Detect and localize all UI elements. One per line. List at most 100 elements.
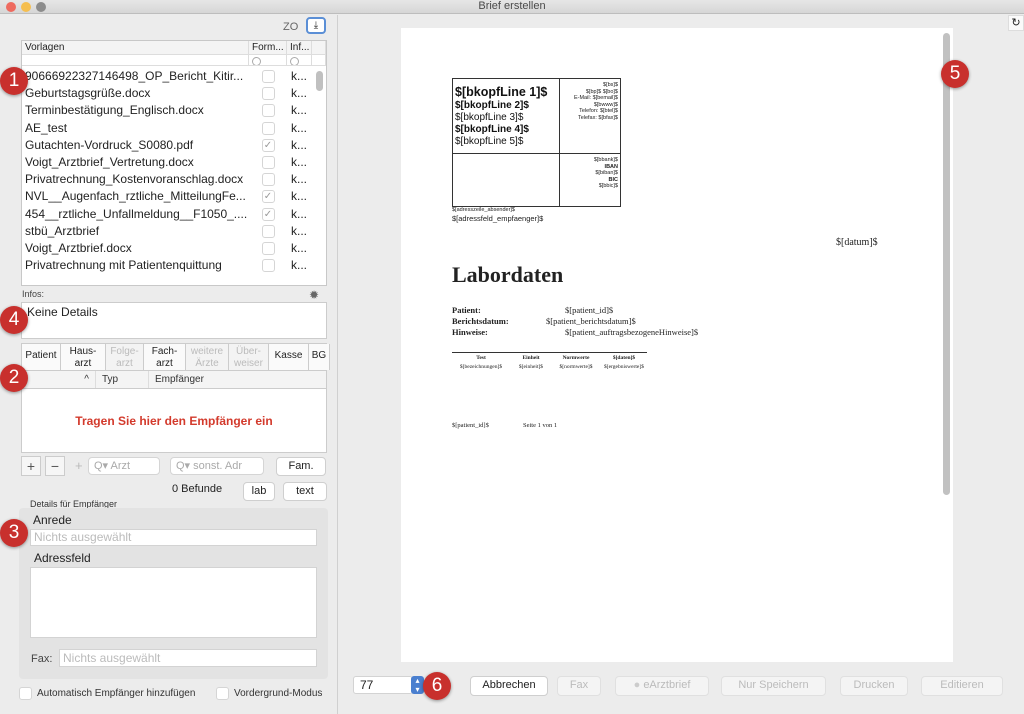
callout-badge-5: 5 [941,60,969,88]
salutation-field[interactable]: Nichts ausgewählt [30,529,317,546]
remove-recipient-button[interactable]: − [45,456,65,476]
template-row[interactable]: Voigt_Arztbrief_Vertretung.docx k... [22,154,312,171]
form-checkbox[interactable]: ✓ [261,207,275,221]
edit-button[interactable]: Editieren [921,676,1003,696]
recipient-tab[interactable]: Patient [22,344,61,370]
column-header-empfaenger[interactable]: Empfänger [149,371,326,388]
template-row[interactable]: Gutachten-Vordruck_S0080.pdf ✓ k... [22,137,312,154]
preview-scrollbar[interactable] [943,33,950,495]
form-checkbox[interactable] [261,156,275,170]
date-field: $[datum]$ [836,237,878,248]
add-recipient-button[interactable]: + [21,456,41,476]
recipient-tab[interactable]: Fach-arzt [144,344,186,370]
bank-line: $[bbank]$ [593,157,618,163]
templates-scrollbar[interactable] [316,71,323,91]
templates-header: Vorlagen Form... Inf... [22,41,326,55]
recipient-tab[interactable]: Über-weiser [229,344,269,370]
footer-patient-id: $[patient_id]$ [452,422,489,429]
contact-block: $[bs]$ $[bp]$ $[bo]$ E-Mail: $[bemail]$ $[b… [574,82,618,121]
foreground-mode-checkbox[interactable] [216,687,229,700]
form-checkbox[interactable] [261,224,275,238]
template-row[interactable]: Geburtstagsgrüße.docx k... [22,85,312,102]
recipients-list[interactable]: Tragen Sie hier den Empfänger ein [21,389,327,453]
column-header-typ[interactable]: Typ [96,371,149,388]
fam-button[interactable]: Fam. [276,457,326,476]
template-row[interactable]: Privatrechnung_Kostenvoranschlag.docx k..… [22,171,312,188]
fax-field[interactable]: Nichts ausgewählt [59,649,317,667]
fax-button[interactable]: Fax [557,676,601,696]
print-button[interactable]: Drucken [840,676,908,696]
lab-header-cell: $[daten]$ [612,355,636,361]
zoom-input[interactable]: 77 [353,676,413,694]
lab-cell: $[einheit]$ [518,364,544,370]
form-checkbox[interactable] [261,173,275,187]
template-info: k... [291,206,308,221]
auto-add-checkbox[interactable] [19,687,32,700]
form-checkbox[interactable] [261,259,275,273]
text-button[interactable]: text [283,482,327,501]
recipient-tab[interactable]: Kasse [269,344,309,370]
form-checkbox[interactable] [261,70,275,84]
template-name: Gutachten-Vordruck_S0080.pdf [25,137,194,152]
template-row[interactable]: stbü_Arztbrief k... [22,223,312,240]
form-checkbox[interactable] [261,87,275,101]
refresh-button[interactable]: ↻ [1008,15,1024,31]
zoom-window-button[interactable] [36,2,46,12]
refresh-icon: ↻ [1011,17,1021,29]
filter-form-radio[interactable] [252,57,261,65]
save-only-button[interactable]: Nur Speichern [721,676,826,696]
templates-list: 90666922327146498_OP_Bericht_Kitir... k..… [22,68,312,285]
bank-block: $[bbank]$ IBAN $[biban]$ BIC $[bbic]$ [594,157,618,190]
sort-arrow-icon[interactable]: ^ [22,371,96,388]
lab-cell: $[normwerte]$ [559,364,593,370]
template-info: k... [291,240,308,255]
recipient-tab[interactable]: BG [309,344,330,370]
template-name: AE_test [25,120,68,135]
recipient-address-field: $[adressfeld_empfaenger]$ [452,214,544,223]
letterhead-box: $[bkopfLine 1]$ $[bkopfLine 2]$ $[bkopfL… [452,78,621,207]
recipient-tabs: Patient Haus-arzt Folge-arzt Fach-arzt weite… [21,343,330,371]
form-checkbox[interactable]: ✓ [261,190,275,204]
sender-line: $[adresszeile_absender]$ [452,207,515,213]
template-row[interactable]: Terminbestätigung_Englisch.docx k... [22,102,312,119]
form-checkbox[interactable] [261,121,275,135]
address-field[interactable] [30,567,317,638]
collapse-button[interactable]: ⤓ [306,17,326,34]
callout-badge-3: 3 [0,519,28,547]
minimize-window-button[interactable] [21,2,31,12]
auto-add-recipient-option[interactable]: Automatisch Empfänger hinzufügen [19,687,195,700]
recipient-tab[interactable]: Folge-arzt [106,344,144,370]
field-value: $[patient_auftragsbezogeneHinweise]$ [565,327,699,337]
template-row[interactable]: 90666922327146498_OP_Bericht_Kitir... k..… [22,68,312,85]
column-header-form[interactable]: Form... [249,41,287,54]
column-header-info[interactable]: Inf... [287,41,312,54]
template-name: NVL__Augenfach_rztliche_MitteilungFe... [25,189,246,204]
earztbrief-button[interactable]: ● eArztbrief [615,676,709,696]
recipient-tab[interactable]: Haus-arzt [61,344,106,370]
search-other-address-input[interactable]: Q▾ sonst. Adr [170,457,264,475]
recipient-tab[interactable]: weitere Ärzte [186,344,229,370]
template-row[interactable]: NVL__Augenfach_rztliche_MitteilungFe... ✓… [22,188,312,205]
close-window-button[interactable] [6,2,16,12]
gear-icon[interactable]: ✹ [309,288,319,302]
template-info: k... [291,103,308,118]
form-checkbox[interactable]: ✓ [261,138,275,152]
template-row[interactable]: Voigt_Arztbrief.docx k... [22,240,312,257]
column-header-vorlagen[interactable]: Vorlagen [22,41,249,54]
filter-info-radio[interactable] [290,57,299,65]
lab-button[interactable]: lab [243,482,275,501]
contact-line: E-Mail: $[bemail]$ [573,95,618,101]
cancel-button[interactable]: Abbrechen [470,676,548,696]
kopf-line-2: $[bkopfLine 2]$ [455,100,529,111]
form-checkbox[interactable] [261,241,275,255]
search-doctor-input[interactable]: Q▾ Arzt [88,457,160,475]
globe-icon: ● [633,679,644,691]
template-row[interactable]: 454__rztliche_Unfallmeldung__F1050_.... ✓… [22,206,312,223]
foreground-mode-option[interactable]: Vordergrund-Modus [216,687,322,700]
template-name: 90666922327146498_OP_Bericht_Kitir... [25,69,244,83]
form-checkbox[interactable] [261,104,275,118]
template-row[interactable]: Privatrechnung mit Patientenquittung k... [22,257,312,274]
auto-add-label: Automatisch Empfänger hinzufügen [37,688,196,699]
template-row[interactable]: AE_test k... [22,120,312,137]
template-name: Privatrechnung mit Patientenquittung [25,258,222,273]
